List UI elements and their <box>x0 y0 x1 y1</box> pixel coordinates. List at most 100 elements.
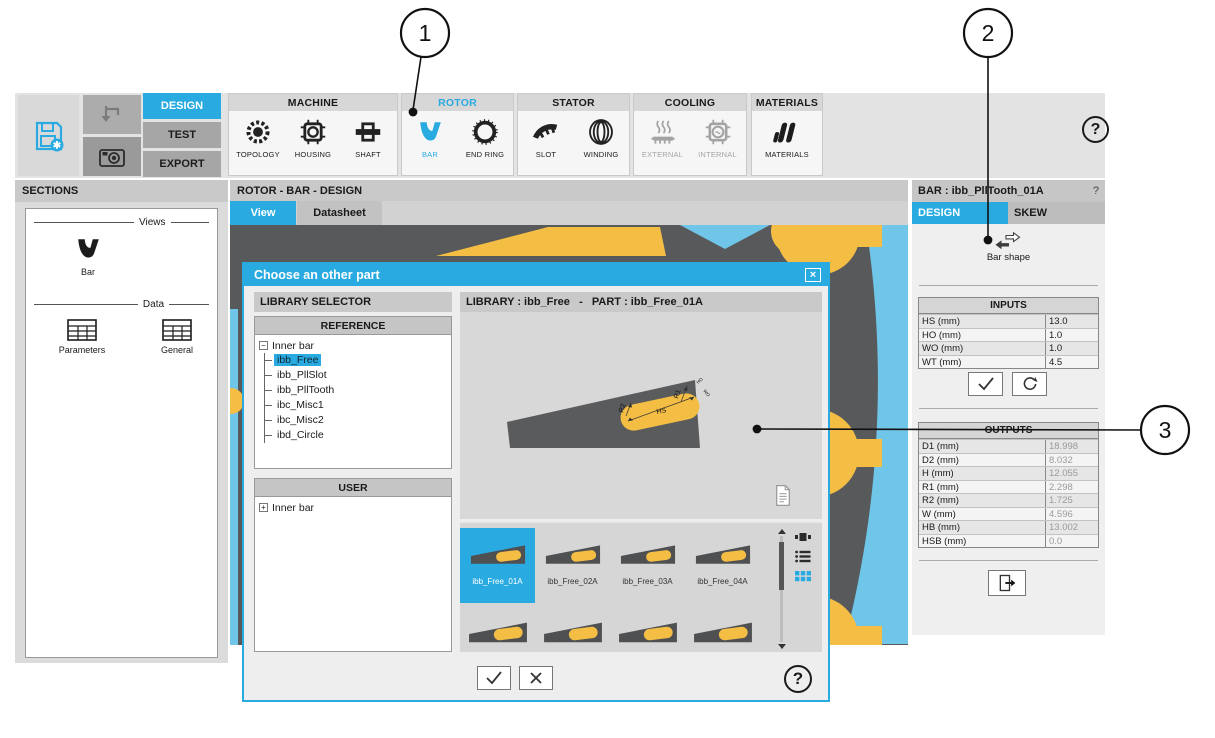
tree-item-ibd-circle[interactable]: ibd_Circle <box>265 428 449 443</box>
tree-item-ibc-misc1[interactable]: ibc_Misc1 <box>265 398 449 413</box>
tree-root-label: Inner bar <box>272 502 314 514</box>
part-thumbnail-grid: ibb_Free_01A ibb_Free_02A ibb_Free_03A i… <box>460 521 822 652</box>
toolbar-item-topology[interactable]: TOPOLOGY <box>231 118 286 159</box>
tree-root-inner-bar[interactable]: − Inner bar <box>257 338 449 353</box>
library-selector-header: LIBRARY SELECTOR <box>254 292 452 312</box>
svg-text:2: 2 <box>982 20 995 46</box>
toolbar-item-housing[interactable]: HOUSING <box>286 118 341 159</box>
inputs-table: INPUTS HS (mm)13.0 HO (mm)1.0 WO (mm)1.0… <box>918 297 1099 369</box>
tree-item-ibb-free[interactable]: ibb_Free <box>265 353 449 368</box>
expand-icon[interactable]: + <box>259 503 268 512</box>
thumbnail-scrollbar[interactable] <box>777 529 786 649</box>
table-row: HB (mm)13.002 <box>919 520 1098 534</box>
bar-panel-titlebar: BAR : ibb_PllTooth_01A ? <box>912 180 1105 202</box>
toolbar-item-external: EXTERNAL <box>635 118 690 159</box>
thumbnail-label: ibb_Free_03A <box>622 577 672 586</box>
document-icon[interactable] <box>774 484 792 507</box>
group-stator-title: STATOR <box>518 94 629 111</box>
apply-inputs-button[interactable] <box>968 372 1003 396</box>
screenshot-button[interactable] <box>83 137 141 176</box>
toolbar-item-label: END RING <box>466 150 504 159</box>
group-machine: MACHINE TOPOLOGY HOUSING <box>228 93 398 176</box>
toolbar-item-label: WINDING <box>584 150 619 159</box>
question-mark-icon: ? <box>793 669 803 689</box>
bar-view-icon <box>75 235 101 263</box>
toolbar-item-end-ring[interactable]: END RING <box>458 118 513 159</box>
thumbnail-ibb-free-01a[interactable]: ibb_Free_01A <box>460 528 535 603</box>
reset-inputs-button[interactable] <box>1012 372 1047 396</box>
view-mode-grid-button[interactable] <box>794 569 812 584</box>
sidebar-item-general[interactable]: General <box>148 319 206 355</box>
thumbnail-row2-item[interactable] <box>685 618 760 648</box>
thumbnail-ibb-free-04a[interactable]: ibb_Free_04A <box>685 528 760 603</box>
save-icon: ✱ <box>32 119 66 153</box>
thumbnail-row2-item[interactable] <box>535 618 610 648</box>
bar-shape-arrows-icon <box>993 230 1023 252</box>
part-thumb-icon <box>542 618 604 648</box>
dialog-titlebar[interactable]: Choose an other part × <box>244 264 828 286</box>
group-cooling: COOLING EXTERNAL INTERNAL <box>633 93 747 176</box>
materials-icon <box>773 118 801 146</box>
svg-text:WO: WO <box>702 388 711 398</box>
dialog-close-button[interactable]: × <box>805 268 821 282</box>
thumbnail-row2-item[interactable] <box>610 618 685 648</box>
toolbar-item-label: HOUSING <box>295 150 331 159</box>
library-part-header: LIBRARY : ibb_Free - PART : ibb_Free_01A <box>460 292 822 312</box>
toolbar-item-shaft[interactable]: SHAFT <box>341 118 396 159</box>
part-thumb-icon <box>619 542 677 568</box>
table-row: WT (mm)4.5 <box>919 355 1098 369</box>
tab-datasheet[interactable]: Datasheet <box>297 201 382 225</box>
tab-skew[interactable]: SKEW <box>1008 202 1105 224</box>
camera-icon <box>98 145 126 169</box>
tab-test[interactable]: TEST <box>143 122 221 148</box>
view-mode-single-button[interactable] <box>794 529 812 544</box>
slot-icon <box>532 118 560 146</box>
general-table-icon <box>162 319 192 341</box>
scrollbar-thumb[interactable] <box>779 542 784 590</box>
toolbar-item-label: EXTERNAL <box>642 150 683 159</box>
table-row: HS (mm)13.0 <box>919 314 1098 328</box>
tab-design-right[interactable]: DESIGN <box>912 202 1008 224</box>
thumbnail-ibb-free-03a[interactable]: ibb_Free_03A <box>610 528 685 603</box>
thumbnail-ibb-free-02a[interactable]: ibb_Free_02A <box>535 528 610 603</box>
undo-button[interactable] <box>83 95 141 134</box>
toolbar-item-bar[interactable]: BAR <box>403 118 458 159</box>
bar-properties-panel: BAR : ibb_PllTooth_01A ? DESIGN SKEW Bar… <box>912 180 1105 635</box>
scroll-down-icon[interactable] <box>778 644 786 649</box>
topology-icon <box>244 118 272 146</box>
group-machine-title: MACHINE <box>229 94 397 111</box>
toolbar-item-winding[interactable]: WINDING <box>574 118 629 159</box>
table-row: H (mm)12.055 <box>919 466 1098 480</box>
reference-library-box: REFERENCE − Inner bar ibb_Free ibb_PllSl… <box>254 316 452 469</box>
save-button[interactable]: ✱ <box>18 95 79 176</box>
bar-shape-button[interactable] <box>972 230 1044 252</box>
tree-root-user-inner-bar[interactable]: + Inner bar <box>257 500 449 515</box>
tree-item-ibb-pllslot[interactable]: ibb_PllSlot <box>265 368 449 383</box>
view-mode-list-button[interactable] <box>794 549 812 564</box>
toolbar-item-label: SLOT <box>536 150 556 159</box>
data-separator: Data <box>34 299 209 310</box>
panel-help-button[interactable]: ? <box>1093 185 1099 197</box>
tree-item-ibb-plltooth[interactable]: ibb_PllTooth <box>265 383 449 398</box>
toolbar-help-button[interactable]: ? <box>1082 116 1109 143</box>
export-part-button[interactable] <box>988 570 1026 596</box>
tab-view[interactable]: View <box>230 201 296 225</box>
user-library-box: USER + Inner bar <box>254 478 452 652</box>
dialog-cancel-button[interactable] <box>519 666 553 690</box>
dialog-help-button[interactable]: ? <box>784 665 812 693</box>
toolbar-item-label: TOPOLOGY <box>236 150 280 159</box>
thumbnail-row2-item[interactable] <box>460 618 535 648</box>
collapse-icon[interactable]: − <box>259 341 268 350</box>
table-row: D2 (mm)8.032 <box>919 453 1098 467</box>
part-dimension-drawing: R2 HS R1 HO WO <box>460 312 822 519</box>
sidebar-item-bar[interactable]: Bar <box>64 235 112 277</box>
table-row: HO (mm)1.0 <box>919 328 1098 342</box>
toolbar-item-materials[interactable]: MATERIALS <box>760 118 815 159</box>
tab-design[interactable]: DESIGN <box>143 93 221 119</box>
toolbar-item-slot[interactable]: SLOT <box>519 118 574 159</box>
tab-export[interactable]: EXPORT <box>143 151 221 177</box>
tree-item-ibc-misc2[interactable]: ibc_Misc2 <box>265 413 449 428</box>
dialog-ok-button[interactable] <box>477 666 511 690</box>
sidebar-item-parameters[interactable]: Parameters <box>48 319 116 355</box>
scroll-up-icon[interactable] <box>778 529 786 534</box>
